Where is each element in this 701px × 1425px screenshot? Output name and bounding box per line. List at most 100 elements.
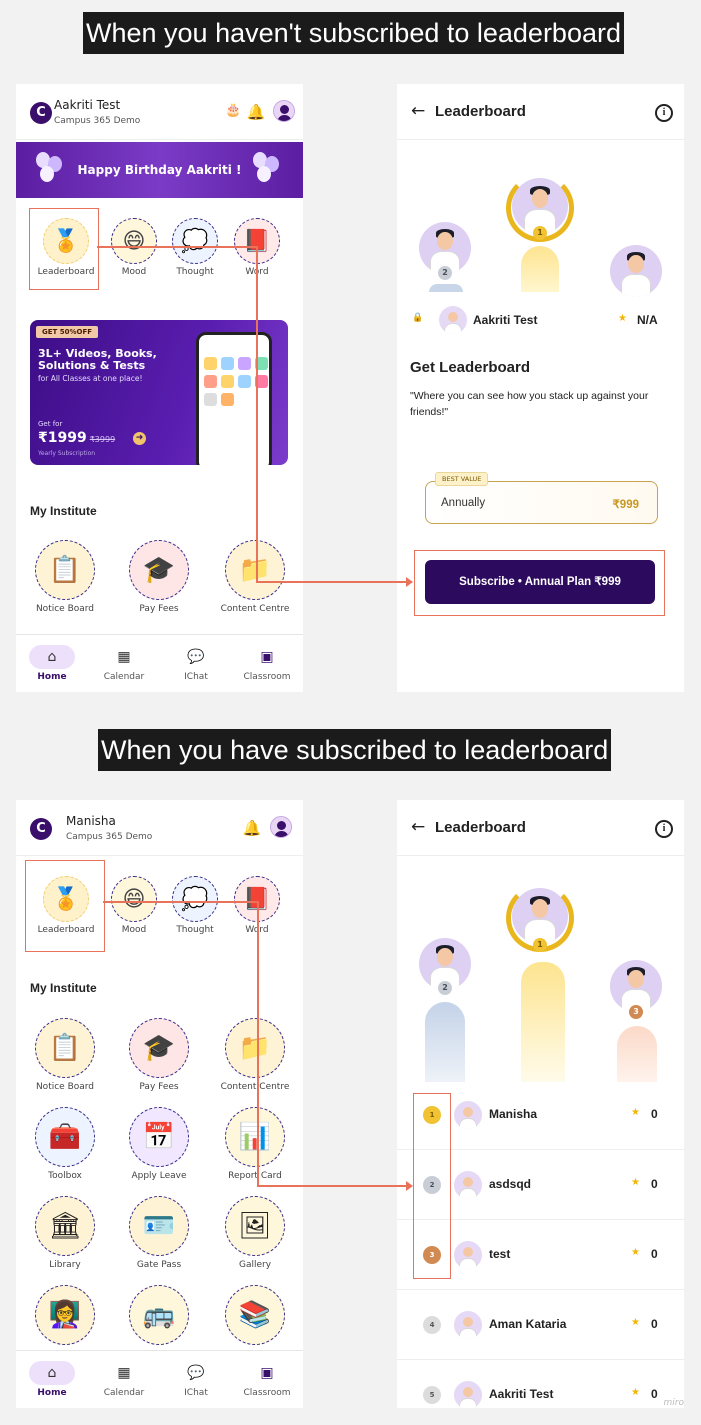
plan-card-annual[interactable]: BEST VALUE Annually ₹999 [425,472,658,524]
rank-medal-first: 1 [533,226,547,240]
app-logo-icon: C [30,102,52,124]
nav-classroom[interactable]: ▣ Classroom [237,1361,297,1398]
balloons-left-icon [34,150,66,186]
gate-pass-icon: 🪪 [129,1196,189,1256]
rank-medal-first: 1 [533,938,547,952]
quick-thought[interactable]: 💭 Thought [165,218,225,277]
phone-mockup-image [196,332,272,465]
current-user-row: Aakriti Test ★ N/A [397,300,684,340]
page-title: Leaderboard [435,819,526,836]
star-icon: ★ [631,1387,640,1398]
leaderboard-header: ← Leaderboard i [397,84,684,140]
leaderboard-row[interactable]: 4 Aman Kataria ★ 0 [397,1290,684,1360]
info-icon[interactable]: i [655,104,673,122]
institute-notice-board[interactable]: 📋 Notice Board [20,540,110,614]
institute-report-card[interactable]: 📊 Report Card [210,1107,300,1181]
promo-price-value: ₹1999 [38,430,87,446]
leaderboard-header: ← Leaderboard i [397,800,684,856]
connector-line [257,901,259,1186]
institute-content-centre[interactable]: 📁 Content Centre [210,1018,300,1092]
calendar-leave-icon: 📅 [129,1107,189,1167]
bottom-nav: ⌂ Home ▦ Calendar 💬 IChat ▣ Classroom [16,634,303,692]
home-screen-subscribed: C Manisha Campus 365 Demo 🔔 🏅 Leaderboar… [16,800,303,1408]
quick-mood[interactable]: 😄 Mood [104,876,164,935]
row-name: Aakriti Test [489,1387,554,1401]
birthday-cake-icon[interactable]: 🎂 [225,102,241,120]
institute-library[interactable]: 🏛 Library [20,1196,110,1270]
profile-avatar[interactable] [270,816,292,838]
quick-thought[interactable]: 💭 Thought [165,876,225,935]
home-icon: ⌂ [29,1361,75,1385]
highlight-leaderboard [25,860,105,952]
user-name: Aakriti Test [473,313,538,327]
calendar-icon: ▦ [117,649,131,665]
rank-badge: 4 [423,1316,441,1334]
institute-gallery[interactable]: 🖼 Gallery [210,1196,300,1270]
institute-label: Gallery [238,1260,272,1270]
connector-line [257,1185,409,1187]
nav-label: Calendar [103,1388,145,1398]
connector-line [256,581,412,583]
institute-more-3[interactable]: 📚 [210,1285,300,1345]
get-leaderboard-description: "Where you can see how you stack up agai… [410,390,649,418]
rank-medal-second: 2 [438,981,452,995]
institute-label: Content Centre [220,604,290,614]
nav-classroom[interactable]: ▣ Classroom [237,645,297,682]
nav-calendar[interactable]: ▦ Calendar [94,645,154,682]
library-icon: 🏛 [35,1196,95,1256]
nav-home[interactable]: ⌂ Home [22,1361,82,1398]
user-avatar [439,306,467,334]
back-arrow-icon[interactable]: ← [411,101,425,121]
highlight-leaderboard [29,208,99,290]
highlight-medals [413,1093,451,1279]
notice-board-icon: 📋 [35,1018,95,1078]
arrow-right-icon[interactable]: ➜ [133,432,146,445]
row-avatar [454,1381,482,1408]
row-name: Manisha [489,1107,538,1121]
plan-price: ₹999 [612,499,639,511]
institute-more-1[interactable]: 👩‍🏫 [20,1285,110,1345]
nav-label: Home [37,672,67,682]
row-score: 0 [651,1317,658,1331]
profile-avatar[interactable] [273,100,295,122]
institute-more-2[interactable]: 🚌 [114,1285,204,1345]
star-icon: ★ [618,313,627,324]
quick-mood[interactable]: 😄 Mood [104,218,164,277]
institute-notice-board[interactable]: 📋 Notice Board [20,1018,110,1092]
leaderboard-unsubscribed: ← Leaderboard i 1 2 🔒 Aakriti Test ★ N/A… [397,84,684,692]
gallery-icon: 🖼 [225,1196,285,1256]
get-leaderboard-title: Get Leaderboard [410,359,531,376]
back-arrow-icon[interactable]: ← [411,817,425,837]
institute-pay-fees[interactable]: 🎓 Pay Fees [114,540,204,614]
row-avatar [454,1171,482,1199]
institute-pay-fees[interactable]: 🎓 Pay Fees [114,1018,204,1092]
user-score: N/A [637,313,658,327]
institute-label: Notice Board [35,1082,95,1092]
institute-toolbox[interactable]: 🧰 Toolbox [20,1107,110,1181]
institute-gate-pass[interactable]: 🪪 Gate Pass [114,1196,204,1270]
bus-icon: 🚌 [129,1285,189,1345]
connector-line [256,246,258,582]
promo-banner[interactable]: GET 50%OFF 3L+ Videos, Books, Solutions … [30,320,288,465]
heading-subscribed: When you have subscribed to leaderboard [98,729,612,771]
leaderboard-row[interactable]: 5 Aakriti Test ★ 0 [397,1360,684,1408]
birthday-text: Happy Birthday Aakriti ! [77,163,242,177]
promo-tag: GET 50%OFF [36,326,99,338]
bell-icon[interactable]: 🔔 [242,818,262,838]
nav-home[interactable]: ⌂ Home [22,645,82,682]
institute-apply-leave[interactable]: 📅 Apply Leave [114,1107,204,1181]
connector-arrowhead [406,577,413,587]
nav-calendar[interactable]: ▦ Calendar [94,1361,154,1398]
user-name: Manisha [66,814,116,828]
bell-icon[interactable]: 🔔 [246,102,266,122]
podium-avatar-first [512,888,568,944]
institute-content-centre[interactable]: 📁 Content Centre [210,540,300,614]
quick-label: Mood [121,267,147,277]
podium-bar-third [617,1026,657,1082]
info-icon[interactable]: i [655,820,673,838]
calendar-icon: ▦ [117,1365,131,1381]
nav-ichat[interactable]: 💬 IChat [166,1361,226,1398]
nav-ichat[interactable]: 💬 IChat [166,645,226,682]
emoji-icon: 😄 [111,218,157,264]
chat-icon: 💬 [187,649,205,665]
